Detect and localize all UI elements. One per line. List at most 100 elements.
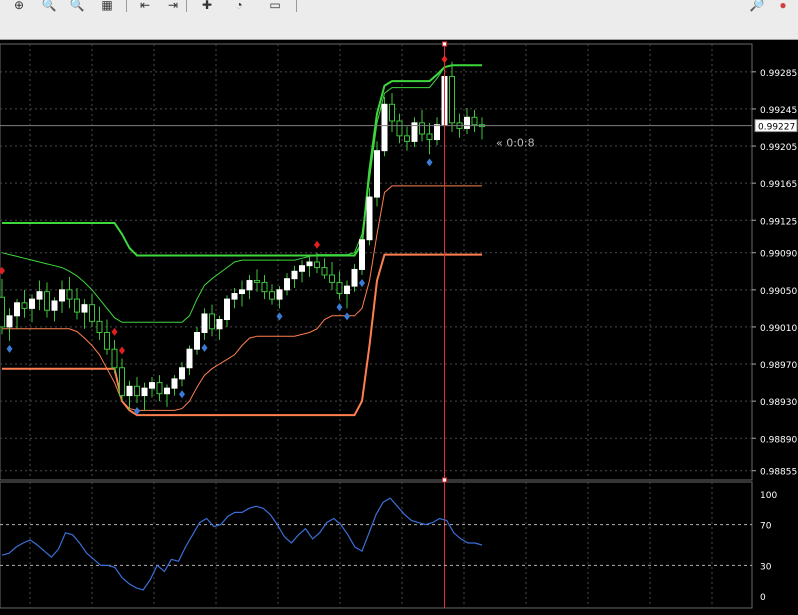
candle-body [284, 278, 290, 291]
y-tick-label: 0.99010 [760, 324, 797, 334]
price-chart-svg[interactable]: 0.99285 0.99245 0.99205 0.99165 0.99125 0.990… [0, 40, 798, 610]
candle-body [104, 332, 110, 350]
candle-body [14, 302, 20, 317]
candle-body [419, 122, 425, 135]
candle-body [141, 387, 148, 397]
chart-shift-icon[interactable]: ⇤ [134, 0, 156, 11]
candle-body [21, 302, 28, 309]
candle-body [59, 289, 65, 302]
candle-body [464, 116, 470, 129]
candle-body [314, 261, 320, 269]
toolbar-separator [296, 0, 297, 12]
indicator-panel-frame [0, 481, 753, 609]
candle-body [261, 281, 268, 293]
candle-body [149, 382, 155, 389]
auto-scroll-icon[interactable]: ⇥ [162, 0, 184, 11]
candle-body [359, 239, 365, 270]
y-tick-label: 0.98890 [760, 435, 797, 445]
candle-body [29, 298, 35, 309]
outer-upper-band [2, 64, 482, 257]
vertical-line-handle-bottom [442, 477, 447, 483]
candle-body [404, 135, 410, 142]
toolbar-separator [126, 0, 127, 12]
candle-body [216, 319, 223, 330]
search-icon[interactable]: 🔎 [746, 0, 768, 11]
candle-body [81, 304, 88, 313]
tile-windows-icon[interactable]: ▦ [96, 0, 118, 11]
candle-body [449, 75, 455, 124]
candle-body [299, 265, 305, 272]
candle-body [351, 268, 358, 287]
candle-body [426, 133, 433, 141]
buy-signal-marker [179, 390, 185, 399]
outer-lower-band [2, 253, 482, 417]
candle-body [6, 315, 13, 328]
candle-body [44, 291, 50, 311]
candle-body [291, 270, 298, 280]
periods-icon[interactable]: ◔ [228, 0, 250, 11]
y-tick-label: 0.99165 [760, 180, 797, 190]
candle-body [246, 280, 253, 291]
bar-timer-label: « 0:0:8 [496, 137, 535, 150]
candle-body [119, 367, 125, 397]
buy-signal-marker [276, 312, 283, 321]
vertical-line-handle-top [442, 41, 447, 47]
y-tick-label: 0.99205 [760, 143, 797, 153]
crosshair-icon[interactable]: ⊕ [8, 0, 30, 11]
candle-body [381, 103, 388, 152]
sell-signal-marker [111, 327, 118, 336]
candle-body [0, 296, 5, 328]
candle-body [186, 348, 193, 369]
candle-body [276, 289, 283, 300]
candle-body [179, 367, 185, 380]
candle-body [96, 320, 103, 334]
chart-area[interactable]: 0.99285 0.99245 0.99205 0.99165 0.99125 0.990… [0, 40, 798, 610]
candle-body [134, 385, 140, 397]
candle-body [36, 291, 43, 300]
buy-signal-marker [426, 158, 433, 167]
buy-signal-marker [344, 312, 350, 321]
y-tick-label: 0.99090 [760, 250, 797, 260]
sell-signal-marker [119, 346, 125, 355]
notifications-icon[interactable]: ● [772, 0, 794, 11]
y-tick-label: 0.98930 [760, 398, 797, 408]
candle-body [344, 285, 350, 295]
buy-signal-marker [201, 343, 208, 352]
candle-body [66, 289, 73, 300]
buy-signal-marker [6, 344, 13, 353]
sell-signal-marker [0, 266, 5, 275]
candle-body [111, 348, 118, 369]
candle-body [171, 378, 178, 389]
candle-body [126, 385, 133, 397]
templates-icon[interactable]: ▭ [264, 0, 286, 11]
candle-body [321, 267, 328, 276]
y-tick-label: 0.99245 [760, 106, 797, 116]
toolbar-separator [186, 0, 187, 12]
buy-signal-marker [336, 303, 343, 312]
candle-body [329, 274, 335, 283]
y-tick-label: 0.99125 [760, 217, 797, 227]
y-tick-label: 0.99285 [760, 69, 797, 79]
zoom-out-icon[interactable]: 🔍 [66, 0, 88, 11]
indicator-y-tick-label: 100 [760, 491, 777, 501]
candle-body [51, 300, 58, 311]
candle-body [194, 332, 200, 350]
candle-body [396, 120, 403, 137]
candle-body [156, 382, 163, 395]
zoom-in-icon[interactable]: 🔍 [38, 0, 60, 11]
candle-body [471, 116, 478, 126]
candle-body [254, 280, 260, 283]
candle-body [336, 281, 343, 295]
buy-signal-marker [359, 278, 365, 287]
candle-body [89, 304, 95, 322]
indicator-y-tick-label: 0 [760, 593, 766, 603]
candle-body [269, 291, 275, 300]
candle-body [224, 298, 230, 321]
indicator-series-line [1, 497, 483, 591]
candle-body [209, 313, 215, 330]
indicators-icon[interactable]: ✚ [196, 0, 218, 11]
sell-signal-marker [314, 240, 320, 249]
candle-body [389, 103, 395, 122]
candle-body [434, 124, 440, 141]
candle-body [231, 293, 238, 300]
